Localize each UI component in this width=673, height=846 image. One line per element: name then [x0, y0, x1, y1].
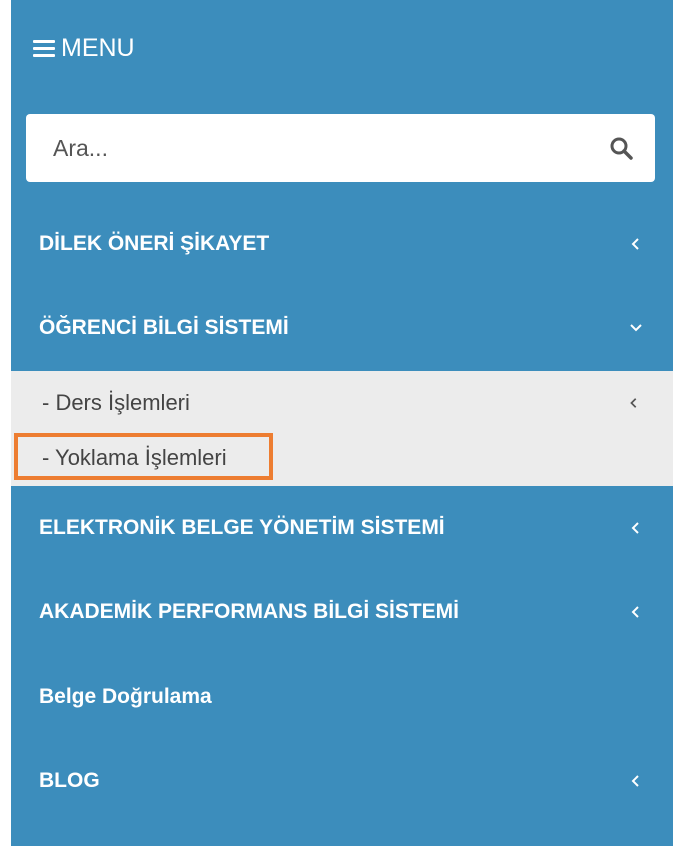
- nav-item-dilek-oneri-sikayet[interactable]: DİLEK ÖNERİ ŞİKAYET: [11, 202, 673, 286]
- sidebar: MENU DİLEK ÖNERİ ŞİKAYET ÖĞRENCİ BİLGİ S…: [11, 0, 673, 846]
- nav-item-label: ELEKTRONİK BELGE YÖNETİM SİSTEMİ: [39, 516, 445, 539]
- nav-item-label: Belge Doğrulama: [39, 685, 212, 708]
- chevron-left-icon: [631, 606, 639, 618]
- nav-item-akademik-performans-bilgi-sistemi[interactable]: AKADEMİK PERFORMANS BİLGİ SİSTEMİ: [11, 570, 673, 654]
- chevron-left-icon: [631, 238, 639, 250]
- search-icon[interactable]: [609, 136, 633, 160]
- menu-header[interactable]: MENU: [33, 28, 135, 68]
- submenu-item-yoklama-islemleri[interactable]: - Yoklama İşlemleri: [11, 436, 673, 480]
- nav-item-ogrenci-bilgi-sistemi[interactable]: ÖĞRENCİ BİLGİ SİSTEMİ: [11, 286, 673, 370]
- chevron-left-icon: [630, 398, 637, 408]
- nav-item-label: AKADEMİK PERFORMANS BİLGİ SİSTEMİ: [39, 600, 460, 623]
- search-input[interactable]: [51, 127, 575, 169]
- hamburger-menu-icon[interactable]: [33, 39, 55, 57]
- chevron-left-icon: [631, 775, 639, 787]
- chevron-left-icon: [631, 522, 639, 534]
- submenu-ogrenci-bilgi-sistemi: - Ders İşlemleri - Yoklama İşlemleri: [11, 371, 673, 486]
- nav-item-label: BLOG: [39, 769, 100, 792]
- chevron-down-icon: [630, 324, 642, 332]
- nav-item-blog[interactable]: BLOG: [11, 739, 673, 823]
- submenu-item-ders-islemleri[interactable]: - Ders İşlemleri: [11, 381, 673, 425]
- submenu-item-label: - Ders İşlemleri: [42, 390, 190, 415]
- nav-item-elektronik-belge-yonetim-sistemi[interactable]: ELEKTRONİK BELGE YÖNETİM SİSTEMİ: [11, 486, 673, 570]
- nav-item-label: DİLEK ÖNERİ ŞİKAYET: [39, 232, 270, 255]
- menu-label: MENU: [61, 33, 135, 62]
- nav-item-label: ÖĞRENCİ BİLGİ SİSTEMİ: [39, 316, 289, 339]
- submenu-item-label: - Yoklama İşlemleri: [42, 445, 227, 470]
- nav-item-belge-dogrulama[interactable]: Belge Doğrulama: [11, 655, 673, 739]
- search-box: [26, 114, 655, 182]
